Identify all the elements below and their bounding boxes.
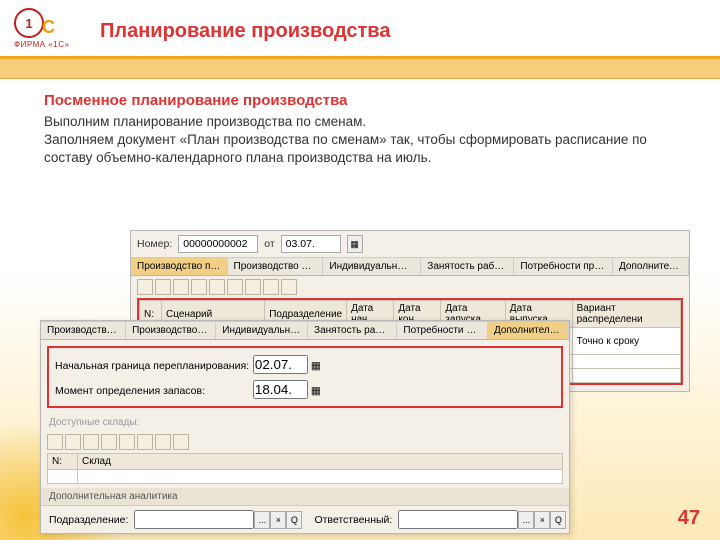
ellipsis-button[interactable]: ... — [518, 511, 534, 529]
date-input[interactable] — [281, 235, 341, 253]
overlay-tabs: Производство ... Производство п... Индив… — [41, 321, 569, 340]
page-number: 47 — [678, 507, 700, 530]
subdiv-label: Подразделение: — [49, 514, 128, 526]
toolbar-button[interactable] — [281, 279, 297, 295]
toolbar-button[interactable] — [65, 434, 81, 450]
col-warehouse[interactable]: Склад — [78, 454, 563, 470]
tab-additional[interactable]: Дополнительно — [488, 322, 569, 339]
tab-additional[interactable]: Дополнительно — [613, 258, 689, 275]
search-button[interactable]: Q — [550, 511, 566, 529]
tab-prod-z[interactable]: Производство по з... — [228, 258, 324, 275]
tab-prod-plan[interactable]: Производство по п... — [131, 258, 228, 275]
toolbar-button[interactable] — [83, 434, 99, 450]
resp-label: Ответственный: — [314, 514, 392, 526]
tab-needs[interactable]: Потребности произ... — [514, 258, 613, 275]
toolbar-button[interactable] — [173, 434, 189, 450]
col-variant[interactable]: Вариант распределени — [572, 301, 680, 328]
number-input[interactable] — [178, 235, 258, 253]
search-button[interactable]: Q — [286, 511, 302, 529]
tab-prod-p[interactable]: Производство п... — [126, 322, 216, 339]
toolbar-button[interactable] — [47, 434, 63, 450]
toolbar-button[interactable] — [137, 279, 153, 295]
toolbar-button[interactable] — [173, 279, 189, 295]
toolbar-button[interactable] — [245, 279, 261, 295]
subdiv-input[interactable] — [134, 510, 254, 529]
toolbar-button[interactable] — [209, 279, 225, 295]
paragraph: Выполним планирование производства по см… — [44, 113, 664, 131]
calendar-icon[interactable]: ▦ — [311, 360, 321, 372]
main-toolbar — [131, 276, 689, 298]
warehouse-grid[interactable]: N: Склад — [47, 453, 563, 484]
col-n[interactable]: N: — [48, 454, 78, 470]
from-label: от — [264, 238, 274, 250]
section-analytics: Дополнительная аналитика — [41, 488, 569, 505]
overlay-form: Производство ... Производство п... Индив… — [40, 320, 570, 534]
tab-individual[interactable]: Индивидуальные в... — [323, 258, 421, 275]
table-row[interactable] — [48, 470, 563, 484]
toolbar-button[interactable] — [227, 279, 243, 295]
toolbar-button[interactable] — [101, 434, 117, 450]
calendar-icon[interactable]: ▦ — [311, 385, 321, 397]
replan-label: Начальная граница перепланирования: — [55, 360, 250, 372]
replan-date-input[interactable] — [253, 355, 308, 374]
page-title: Планирование производства — [100, 20, 390, 43]
toolbar-button[interactable] — [119, 434, 135, 450]
stock-date-input[interactable] — [253, 380, 308, 399]
resp-input[interactable] — [398, 510, 518, 529]
logo: 1 С ФИРМА «1С» — [14, 8, 78, 52]
toolbar-button[interactable] — [155, 434, 171, 450]
calendar-icon[interactable]: ▦ — [347, 235, 363, 253]
section-warehouses: Доступные склады: — [41, 414, 569, 431]
tab-occupancy[interactable]: Занятость рабочи... — [421, 258, 514, 275]
number-label: Номер: — [137, 238, 172, 250]
ellipsis-button[interactable]: ... — [254, 511, 270, 529]
paragraph: Заполняем документ «План производства по… — [44, 131, 664, 167]
tab-occupancy[interactable]: Занятость рабо... — [308, 322, 397, 339]
section-subtitle: Посменное планирование производства — [44, 92, 690, 109]
tab-needs[interactable]: Потребности пр... — [397, 322, 488, 339]
tab-individual[interactable]: Индивидуальны... — [216, 322, 308, 339]
stock-moment-label: Момент определения запасов: — [55, 385, 250, 397]
toolbar-button[interactable] — [263, 279, 279, 295]
toolbar-button[interactable] — [155, 279, 171, 295]
toolbar-button[interactable] — [137, 434, 153, 450]
clear-button[interactable]: × — [534, 511, 550, 529]
toolbar-button[interactable] — [191, 279, 207, 295]
main-tabs: Производство по п... Производство по з..… — [131, 257, 689, 276]
tab-prod[interactable]: Производство ... — [41, 322, 126, 339]
clear-button[interactable]: × — [270, 511, 286, 529]
overlay-toolbar — [41, 431, 569, 453]
